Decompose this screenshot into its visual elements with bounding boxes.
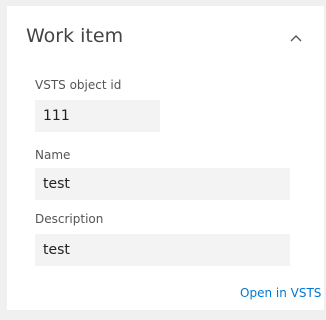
description-label: Description bbox=[35, 212, 104, 226]
panel-title: Work item bbox=[26, 25, 124, 47]
chevron-up-icon bbox=[290, 35, 302, 42]
open-in-vsts-link[interactable]: Open in VSTS bbox=[240, 286, 321, 300]
object-id-label: VSTS object id bbox=[35, 78, 122, 92]
name-field[interactable]: test bbox=[35, 168, 290, 200]
work-item-panel: Work item VSTS object id 111 Name test D… bbox=[7, 6, 324, 310]
object-id-field[interactable]: 111 bbox=[35, 100, 160, 132]
name-label: Name bbox=[35, 148, 71, 162]
description-field[interactable]: test bbox=[35, 234, 290, 266]
collapse-button[interactable] bbox=[287, 30, 305, 48]
